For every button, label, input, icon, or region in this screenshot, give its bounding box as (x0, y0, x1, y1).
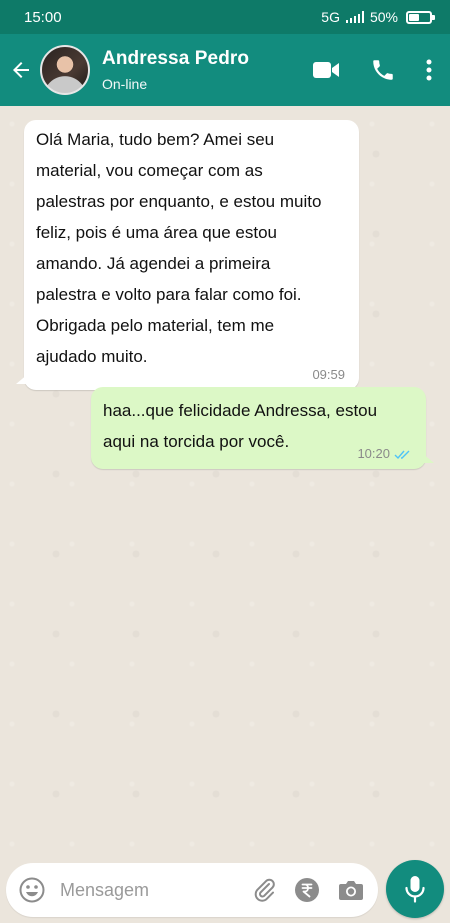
emoji-icon[interactable] (18, 876, 46, 904)
battery-icon (406, 10, 435, 24)
message-composer: Mensagem (0, 858, 450, 923)
network-label: 5G (321, 9, 340, 25)
avatar[interactable] (40, 45, 90, 95)
chat-header: Andressa Pedro On-line (0, 34, 450, 106)
more-vert-icon (426, 59, 432, 81)
phone-icon (373, 60, 393, 80)
attach-icon[interactable] (252, 877, 276, 903)
message-input[interactable]: Mensagem (60, 880, 252, 901)
back-button[interactable] (2, 34, 40, 106)
incoming-message[interactable]: Olá Maria, tudo bem? Amei seu material, … (16, 120, 359, 390)
status-bar: 15:00 5G 50% (0, 0, 450, 34)
header-actions (312, 57, 450, 83)
mic-button[interactable] (386, 860, 444, 918)
status-indicators: 5G 50% (321, 9, 435, 25)
read-receipt-icon (394, 450, 410, 459)
message-text: Olá Maria, tudo bem? Amei seu material, … (36, 130, 322, 366)
message-time: 10:20 (357, 446, 390, 461)
rupee-payment-icon[interactable] (294, 877, 320, 903)
signal-icon (345, 11, 364, 23)
message-time: 09:59 (312, 367, 345, 382)
camera-icon[interactable] (338, 879, 364, 901)
message-input-container: Mensagem (6, 863, 378, 917)
contact-name: Andressa Pedro (102, 48, 250, 69)
chat-area[interactable]: Olá Maria, tudo bem? Amei seu material, … (0, 106, 450, 858)
battery-level (409, 13, 419, 21)
video-call-icon (313, 62, 339, 78)
contact-status: On-line (102, 76, 148, 92)
outgoing-message[interactable]: haa...que felicidade Andressa, estou aqu… (91, 387, 434, 469)
status-time: 15:00 (24, 8, 62, 26)
video-call-button[interactable] (312, 59, 340, 81)
back-arrow-icon (13, 62, 29, 78)
more-options-button[interactable] (426, 59, 432, 81)
voice-call-button[interactable] (370, 57, 396, 83)
battery-percent: 50% (369, 9, 398, 25)
contact-info[interactable]: Andressa Pedro On-line (102, 48, 312, 92)
mic-icon (405, 876, 425, 903)
composer-actions (252, 877, 378, 903)
